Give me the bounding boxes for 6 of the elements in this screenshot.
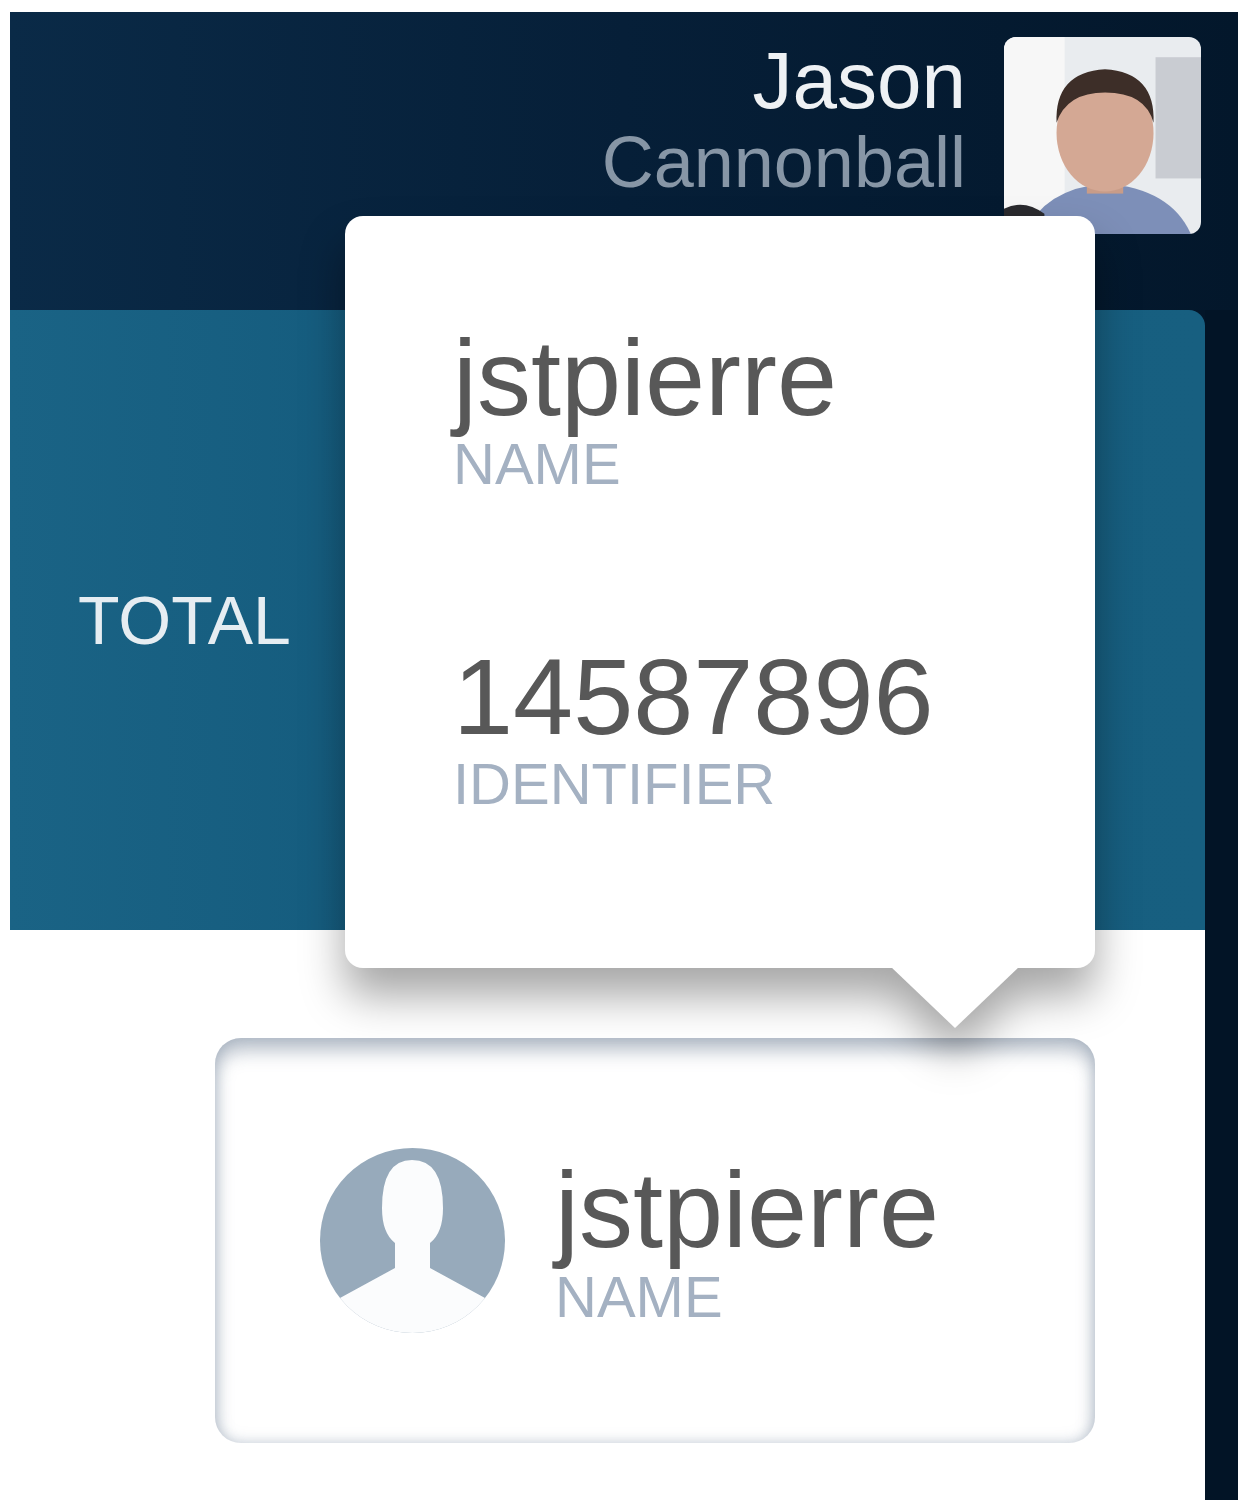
user-card[interactable]: jstpierre NAME: [215, 1038, 1095, 1443]
popover-value: 14587896: [453, 640, 934, 754]
user-first-name: Jason: [752, 37, 966, 125]
user-last-name: Cannonball: [601, 125, 966, 201]
popover-label: IDENTIFIER: [453, 753, 776, 815]
summary-label: TOTAL: [78, 581, 291, 659]
